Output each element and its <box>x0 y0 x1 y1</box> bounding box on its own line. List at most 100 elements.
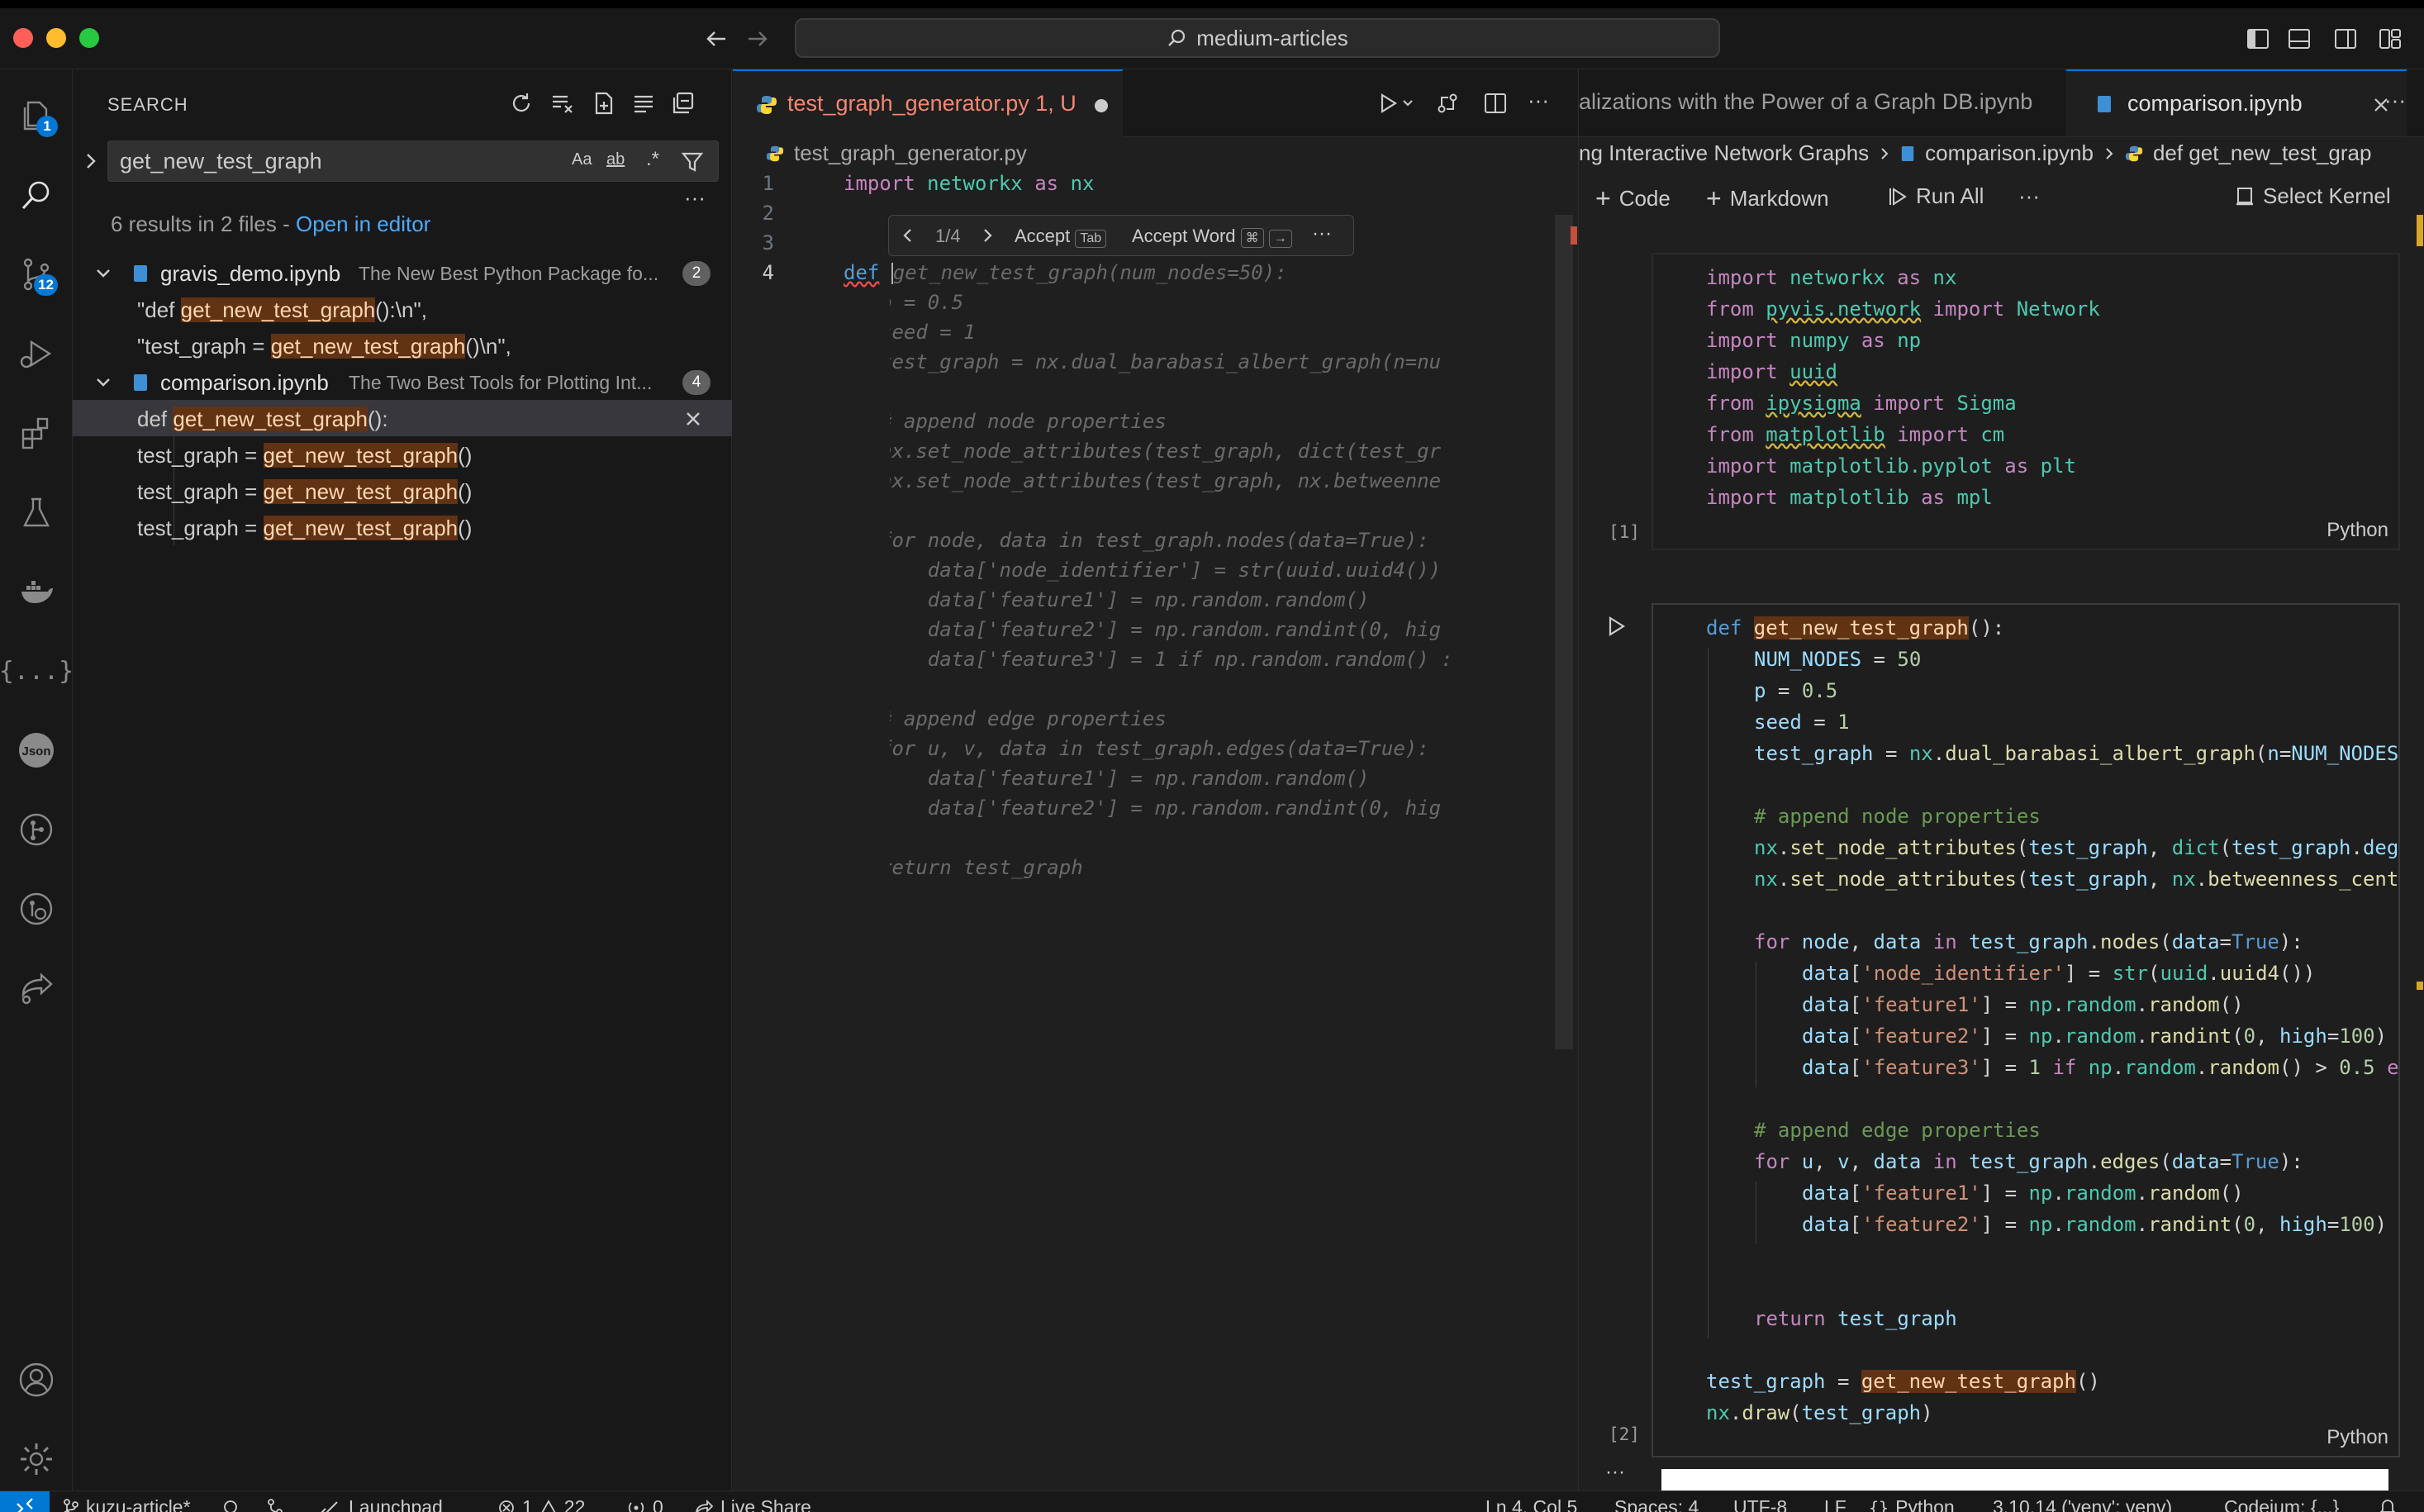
breadcrumb-file[interactable]: test_graph_generator.py <box>794 140 1027 166</box>
run-all-button[interactable]: Run All <box>1886 183 1984 209</box>
code-line[interactable]: def get_new_test_graph(): <box>1706 616 2004 640</box>
explorer-button[interactable]: 1 <box>12 91 61 140</box>
code-line-import[interactable]: import networkx as nx <box>844 172 1094 195</box>
code-line[interactable]: nx.set_node_attributes(test_graph, nx.be… <box>1754 868 2398 891</box>
code-line[interactable]: import matplotlib.pyplot as plt <box>1706 454 2076 478</box>
use-regex-toggle[interactable]: .* <box>646 148 659 171</box>
customize-layout-icon[interactable] <box>2378 26 2403 51</box>
problems-status[interactable]: 1 22 <box>497 1496 585 1512</box>
result-file-comparison[interactable]: comparison.ipynb The Two Best Tools for … <box>73 364 732 400</box>
forward-arrow-icon[interactable] <box>745 26 770 51</box>
search-view-button[interactable] <box>12 170 61 220</box>
unsaved-dot-icon[interactable] <box>1095 99 1108 112</box>
command-center[interactable]: medium-articles <box>795 18 1720 58</box>
back-arrow-icon[interactable] <box>704 26 729 51</box>
cell-language[interactable]: Python <box>2327 519 2388 542</box>
sync-icon[interactable] <box>220 1498 241 1512</box>
accept-button[interactable]: Accept Tab <box>1015 226 1107 248</box>
match-whole-word-toggle[interactable]: ab <box>606 150 625 169</box>
git-graph-icon[interactable] <box>266 1498 284 1512</box>
json-button[interactable]: Json <box>12 725 61 775</box>
code-line[interactable]: from pyvis.network import Network <box>1706 297 2100 321</box>
extensions-button[interactable] <box>12 408 61 458</box>
toggle-primary-sidebar-icon[interactable] <box>2246 26 2270 51</box>
code-line[interactable]: for u, v, data in test_graph.edges(data=… <box>1754 1150 2303 1173</box>
more-actions-icon[interactable]: ··· <box>2384 88 2406 113</box>
open-changes-icon[interactable] <box>1435 91 1460 116</box>
search-result-row[interactable]: "def get_new_test_graph():\n", <box>73 291 732 327</box>
tab-test-graph-generator[interactable]: test_graph_generator.py 1, U <box>733 69 1123 137</box>
notifications-bell-icon[interactable] <box>2378 1496 2398 1512</box>
collapse-all-icon[interactable] <box>671 91 696 116</box>
next-suggestion-icon[interactable] <box>980 227 995 244</box>
result-file-gravis-demo[interactable]: gravis_demo.ipynb The New Best Python Pa… <box>73 254 732 291</box>
live-share-status[interactable]: Live Share <box>694 1496 811 1512</box>
breadcrumb-segment[interactable]: ng Interactive Network Graphs <box>1579 140 1869 166</box>
code-line[interactable]: data['feature3'] = 1 if np.random.random… <box>1802 1056 2399 1079</box>
code-line[interactable]: test_graph = get_new_test_graph() <box>1706 1370 2100 1393</box>
code-line[interactable]: for node, data in test_graph.nodes(data=… <box>1754 930 2303 953</box>
cell-language[interactable]: Python <box>2327 1426 2388 1449</box>
toggle-panel-icon[interactable] <box>2287 26 2312 51</box>
code-line[interactable]: import matplotlib as mpl <box>1706 486 1993 509</box>
code-cell[interactable]: import networkx as nx from pyvis.network … <box>1652 253 2400 550</box>
toggle-secondary-sidebar-icon[interactable] <box>2333 26 2358 51</box>
code-line[interactable]: from matplotlib import cm <box>1706 423 2004 446</box>
minimize-window-button[interactable] <box>46 28 66 48</box>
git-history-button[interactable] <box>12 884 61 934</box>
run-debug-button[interactable] <box>12 329 61 378</box>
search-result-row-selected[interactable]: def get_new_test_graph(): <box>73 400 732 436</box>
split-editor-icon[interactable] <box>1483 91 1508 116</box>
match-case-toggle[interactable]: Aa <box>572 150 592 169</box>
manage-button[interactable] <box>12 1434 61 1484</box>
run-dropdown-chevron-icon[interactable] <box>1402 97 1414 109</box>
add-code-cell-button[interactable]: + Code <box>1595 183 1671 214</box>
accept-word-button[interactable]: Accept Word ⌘ → <box>1132 226 1292 248</box>
testing-button[interactable] <box>12 487 61 537</box>
code-line[interactable]: nx.set_node_attributes(test_graph, dict(… <box>1754 836 2398 859</box>
view-as-tree-icon[interactable] <box>631 91 656 116</box>
python-interpreter[interactable]: 3.10.14 ('venv': venv) <box>1993 1496 2172 1512</box>
code-line[interactable]: data['feature2'] = np.random.randint(0, … <box>1802 1025 2387 1048</box>
source-control-button[interactable]: 12 <box>12 250 61 299</box>
code-line[interactable]: data['node_identifier'] = str(uuid.uuid4… <box>1802 962 2315 985</box>
maximize-window-button[interactable] <box>79 28 99 48</box>
search-result-row[interactable]: "test_graph = get_new_test_graph()\n", <box>73 327 732 364</box>
language-mode[interactable]: {} Python <box>1869 1496 1955 1512</box>
new-search-editor-icon[interactable] <box>592 91 616 116</box>
code-line[interactable]: return test_graph <box>1754 1307 1957 1330</box>
chevron-right-icon[interactable] <box>83 150 99 172</box>
more-actions-icon[interactable]: ··· <box>1528 88 1549 113</box>
search-details-toggle[interactable]: ··· <box>684 185 706 211</box>
refresh-icon[interactable] <box>509 91 534 116</box>
search-result-row[interactable]: test_graph = get_new_test_graph() <box>73 473 732 509</box>
search-input[interactable]: get_new_test_graph <box>107 140 719 182</box>
live-share-button[interactable] <box>12 963 61 1013</box>
code-line[interactable]: import numpy as np <box>1706 329 1921 352</box>
previous-suggestion-icon[interactable] <box>901 227 915 244</box>
open-in-editor-link[interactable]: Open in editor <box>296 212 430 236</box>
clear-results-icon[interactable] <box>550 91 575 116</box>
code-line[interactable]: data['feature2'] = np.random.randint(0, … <box>1802 1213 2387 1236</box>
gitlens-button[interactable] <box>12 805 61 854</box>
select-kernel-button[interactable]: Select Kernel <box>2235 183 2391 209</box>
run-cell-icon[interactable] <box>1605 615 1627 638</box>
code-line[interactable]: # append edge properties <box>1754 1119 2041 1142</box>
code-line[interactable]: nx.draw(test_graph) <box>1706 1401 1933 1424</box>
eol-status[interactable]: LF <box>1824 1496 1847 1512</box>
search-result-row[interactable]: test_graph = get_new_test_graph() <box>73 509 732 545</box>
vertical-scrollbar[interactable] <box>1555 215 1573 1049</box>
chevron-down-icon[interactable] <box>94 373 112 392</box>
branch-status[interactable]: kuzu-article* <box>63 1496 191 1512</box>
close-window-button[interactable] <box>13 28 33 48</box>
code-line-def[interactable]: def get_new_test_graph(num_nodes=50): <box>844 261 1287 284</box>
tab-graph-db-notebook[interactable]: alizations with the Power of a Graph DB.… <box>1579 89 2032 115</box>
code-line[interactable]: data['feature1'] = np.random.random() <box>1802 1182 2244 1205</box>
notebook-more-actions[interactable]: ··· <box>2018 183 2040 209</box>
code-line[interactable]: p = 0.5 <box>1754 679 1837 702</box>
inline-suggestion[interactable]: p = 0.5 seed = 1 test_graph = nx.dual_bara… <box>890 291 1463 952</box>
cursor-position[interactable]: Ln 4, Col 5 <box>1485 1496 1577 1512</box>
code-line[interactable]: import uuid <box>1706 360 1837 383</box>
ports-status[interactable]: 0 <box>626 1496 663 1512</box>
encoding-status[interactable]: UTF-8 <box>1733 1496 1787 1512</box>
